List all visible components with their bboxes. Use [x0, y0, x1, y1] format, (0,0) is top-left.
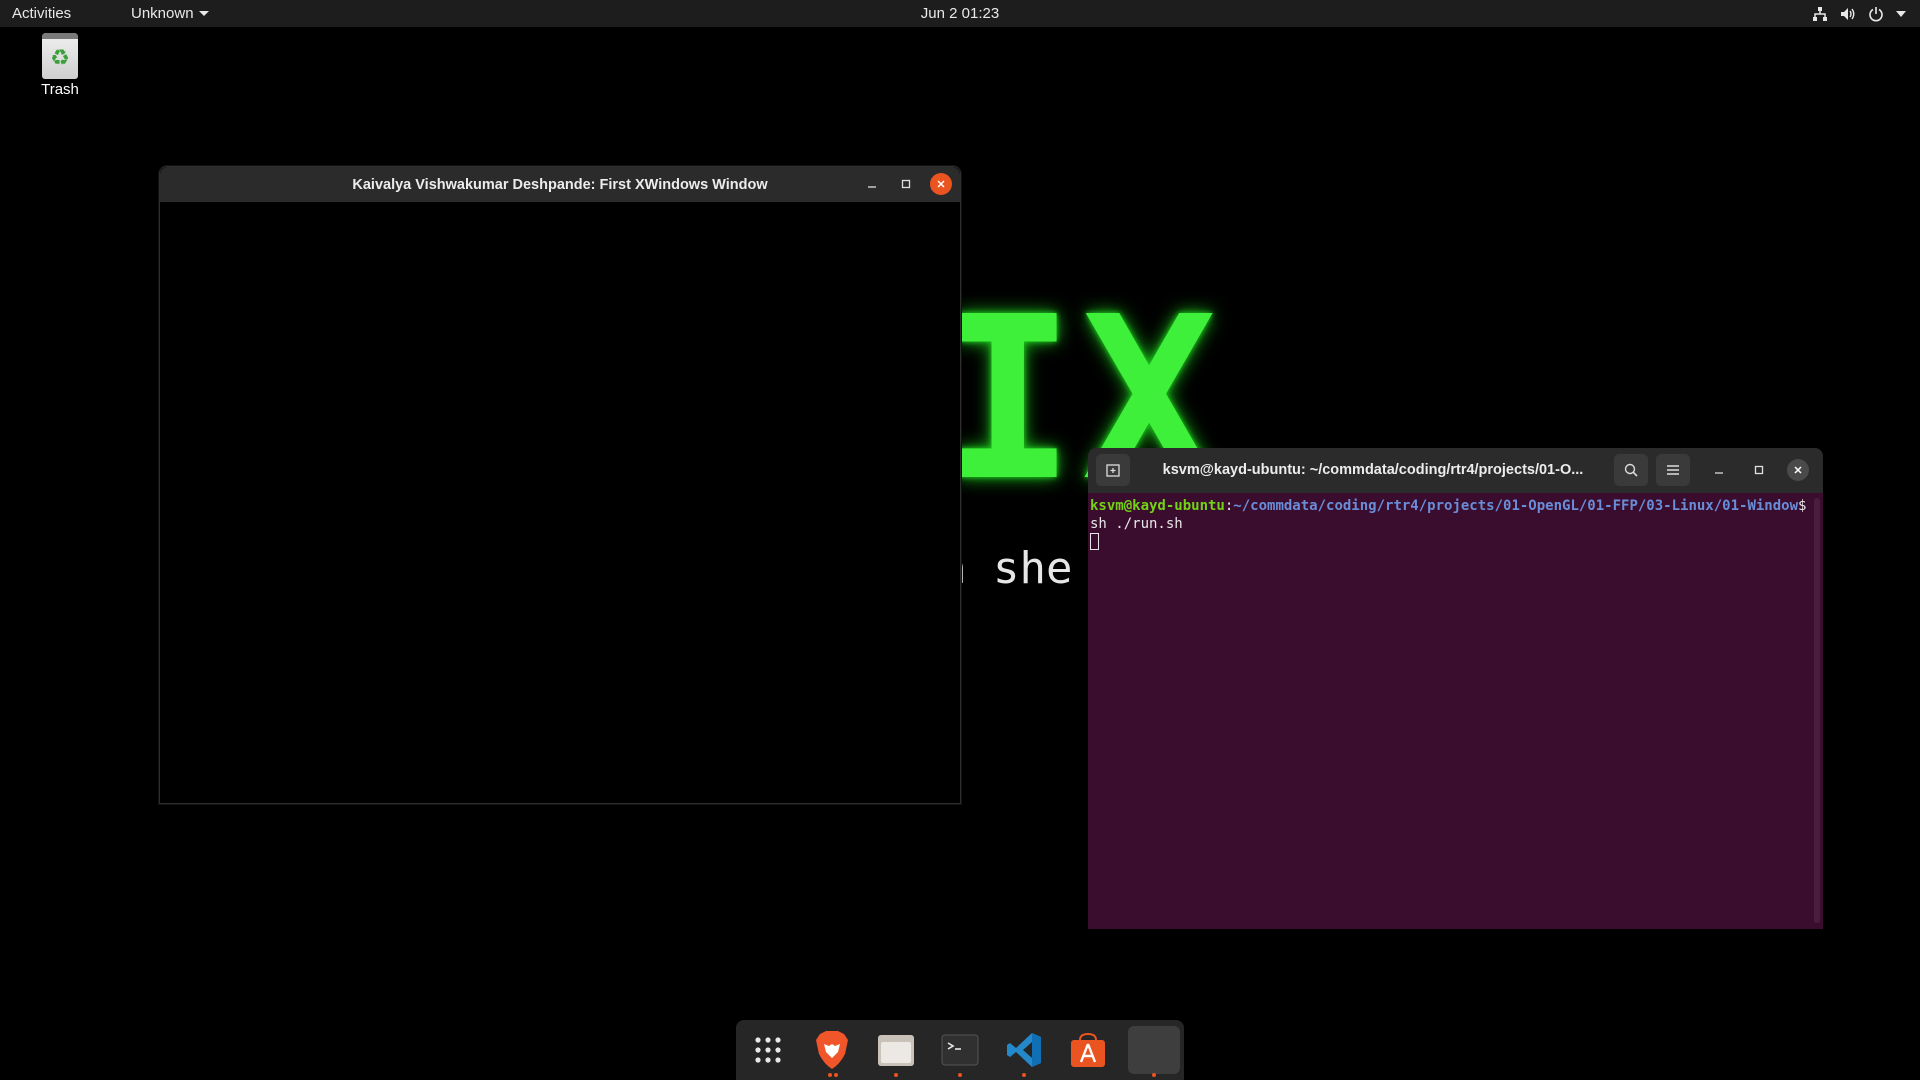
minimize-icon	[868, 186, 876, 188]
terminal-titlebar[interactable]: ksvm@kayd-ubuntu: ~/commdata/coding/rtr4…	[1088, 448, 1823, 493]
prompt-path: ~/commdata/coding/rtr4/projects/01-OpenG…	[1233, 498, 1799, 514]
trash-label: Trash	[41, 81, 79, 98]
terminal-window[interactable]: ksvm@kayd-ubuntu: ~/commdata/coding/rtr4…	[1088, 448, 1823, 929]
search-button[interactable]	[1614, 454, 1648, 486]
top-bar: Activities Unknown Jun 2 01:23	[0, 0, 1920, 27]
close-icon	[1794, 466, 1802, 474]
running-indicator	[834, 1073, 838, 1077]
dock	[736, 1020, 1184, 1080]
chevron-down-icon	[1896, 11, 1906, 17]
xwindow-client-area[interactable]	[160, 202, 960, 803]
terminal-launcher[interactable]	[936, 1026, 984, 1077]
xwindow-title: Kaivalya Vishwakumar Deshpande: First XW…	[352, 177, 768, 193]
folder-icon	[878, 1035, 914, 1066]
terminal-maximize-button[interactable]	[1748, 459, 1770, 481]
minimize-button[interactable]	[861, 173, 883, 195]
hamburger-icon	[1667, 465, 1679, 475]
show-applications-button[interactable]	[744, 1026, 792, 1074]
app-menu[interactable]: Unknown	[131, 5, 209, 22]
command-text: sh ./run.sh	[1090, 516, 1183, 532]
minimize-icon	[1715, 472, 1723, 474]
maximize-icon	[1754, 465, 1764, 475]
terminal-minimize-button[interactable]	[1708, 459, 1730, 481]
new-tab-icon	[1106, 464, 1120, 477]
clock[interactable]: Jun 2 01:23	[921, 5, 999, 22]
terminal-close-button[interactable]	[1787, 459, 1809, 481]
running-indicator	[828, 1073, 832, 1077]
prompt-symbol: $	[1798, 498, 1807, 514]
power-icon	[1869, 7, 1883, 22]
caret-down-icon	[198, 11, 209, 16]
running-indicator	[894, 1073, 898, 1077]
running-indicator	[958, 1073, 962, 1077]
grid-icon	[755, 1037, 781, 1063]
close-button[interactable]	[930, 173, 952, 195]
terminal-scrollbar[interactable]	[1814, 498, 1820, 923]
search-icon	[1624, 463, 1638, 477]
app-menu-label: Unknown	[131, 5, 194, 22]
trash-desktop-icon[interactable]: ♻ Trash	[34, 33, 86, 98]
xwindow[interactable]: Kaivalya Vishwakumar Deshpande: First XW…	[159, 166, 961, 804]
network-icon	[1813, 7, 1827, 21]
maximize-icon	[901, 179, 911, 189]
close-icon	[937, 180, 945, 188]
files-launcher[interactable]	[872, 1026, 920, 1077]
terminal-icon	[941, 1034, 979, 1066]
xwindow-titlebar[interactable]: Kaivalya Vishwakumar Deshpande: First XW…	[160, 167, 960, 202]
running-indicator	[1152, 1073, 1156, 1077]
clock-container: Jun 2 01:23	[0, 5, 1920, 22]
volume-icon	[1841, 8, 1855, 20]
activities-button[interactable]: Activities	[12, 5, 71, 22]
running-indicator	[1022, 1073, 1026, 1077]
trash-icon: ♻	[42, 33, 78, 79]
hamburger-menu-button[interactable]	[1656, 454, 1690, 486]
vscode-launcher[interactable]	[1000, 1026, 1048, 1077]
xwindow-app-launcher[interactable]	[1128, 1026, 1180, 1077]
terminal-title: ksvm@kayd-ubuntu: ~/commdata/coding/rtr4…	[1162, 462, 1584, 478]
text-cursor	[1090, 533, 1099, 550]
new-tab-button[interactable]	[1096, 454, 1130, 486]
brave-browser-launcher[interactable]	[808, 1026, 856, 1077]
system-tray[interactable]	[1812, 4, 1906, 24]
store-icon	[1071, 1032, 1105, 1067]
lion-icon	[816, 1031, 848, 1069]
prompt-user: ksvm@kayd-ubuntu	[1090, 498, 1225, 514]
terminal-output[interactable]: ksvm@kayd-ubuntu:~/commdata/coding/rtr4/…	[1090, 497, 1812, 552]
software-store-launcher[interactable]	[1064, 1026, 1112, 1074]
maximize-button[interactable]	[895, 173, 917, 195]
vscode-icon	[1007, 1033, 1041, 1067]
